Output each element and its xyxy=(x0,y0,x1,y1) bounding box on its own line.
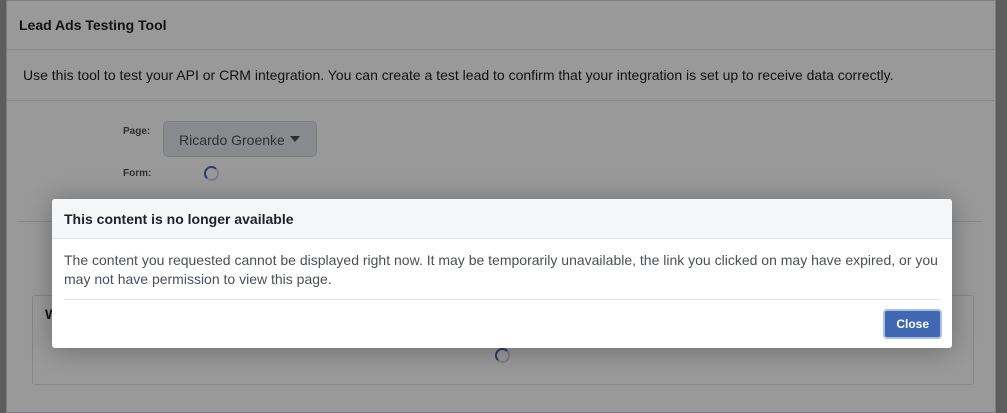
error-dialog: This content is no longer available The … xyxy=(52,199,952,348)
dialog-title: This content is no longer available xyxy=(52,199,952,239)
dialog-message: The content you requested cannot be disp… xyxy=(64,252,938,287)
close-button[interactable]: Close xyxy=(885,311,940,337)
dialog-footer: Close xyxy=(64,299,940,347)
